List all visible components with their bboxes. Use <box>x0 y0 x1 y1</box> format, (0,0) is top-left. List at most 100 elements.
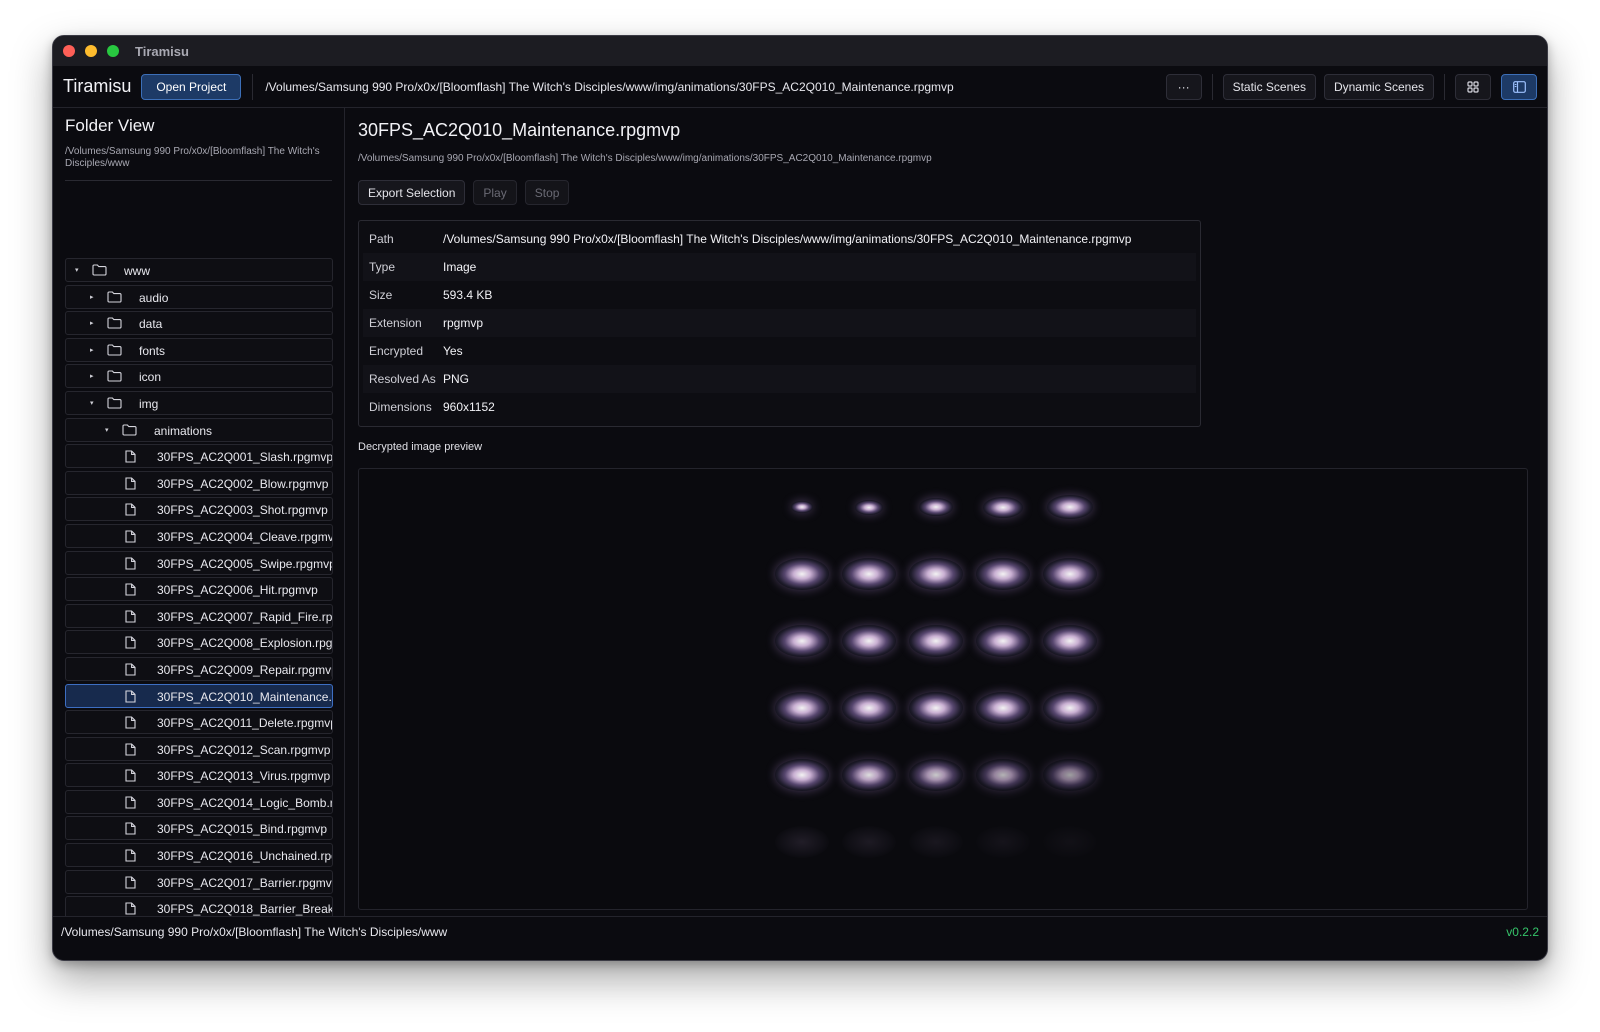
sprite-frame <box>976 558 1030 590</box>
file-icon <box>125 610 136 626</box>
folder-icon <box>107 291 122 306</box>
file-tree-item[interactable]: 30FPS_AC2Q013_Virus.rpgmvp <box>65 763 333 788</box>
chevron-right-icon[interactable]: ▸ <box>90 319 94 327</box>
current-path: /Volumes/Samsung 990 Pro/x0x/[Bloomflash… <box>265 79 954 94</box>
folder-root-path: /Volumes/Samsung 990 Pro/x0x/[Bloomflash… <box>65 146 320 169</box>
file-tree-item[interactable]: 30FPS_AC2Q003_Shot.rpgmvp <box>65 497 333 522</box>
file-icon <box>125 530 136 546</box>
info-row: Encrypted Yes <box>363 337 1196 365</box>
play-button[interactable]: Play <box>473 180 517 205</box>
file-tree-item[interactable]: 30FPS_AC2Q005_Swipe.rpgmvp <box>65 550 333 575</box>
tree-item-label: 30FPS_AC2Q017_Barrier.rpgmvp <box>157 875 333 890</box>
sidebar-toggle-button[interactable] <box>1501 73 1537 100</box>
file-tree-item[interactable]: 30FPS_AC2Q002_Blow.rpgmvp <box>65 470 333 495</box>
sprite-frame <box>909 692 963 724</box>
minimize-window-button[interactable] <box>85 45 97 57</box>
tree-item-label: audio <box>139 290 169 305</box>
info-value: 960x1152 <box>443 400 495 414</box>
chevron-right-icon[interactable]: ▸ <box>90 372 94 380</box>
info-key: Extension <box>369 316 422 330</box>
file-tree-item[interactable]: 30FPS_AC2Q017_Barrier.rpgmvp <box>65 869 333 894</box>
chevron-right-icon[interactable]: ▸ <box>90 346 94 354</box>
sprite-frame <box>976 759 1030 791</box>
tree-item-label: 30FPS_AC2Q005_Swipe.rpgmvp <box>157 556 333 571</box>
tree-item-label: 30FPS_AC2Q008_Explosion.rpgmvp <box>157 636 333 651</box>
sprite-frame <box>976 692 1030 724</box>
close-window-button[interactable] <box>63 45 75 57</box>
sprite-frame <box>775 692 829 724</box>
tree-item-label: animations <box>154 423 213 438</box>
divider <box>65 180 332 181</box>
file-tree-item[interactable]: 30FPS_AC2Q016_Unchained.rpgmvp <box>65 843 333 868</box>
tree-item-label: 30FPS_AC2Q011_Delete.rpgmvp <box>157 716 333 731</box>
open-project-button[interactable]: Open Project <box>141 73 242 100</box>
chevron-down-icon[interactable]: ▾ <box>75 266 79 274</box>
folder-tree-item[interactable]: ▸ data <box>65 311 333 336</box>
folder-tree-item[interactable]: ▸ fonts <box>65 337 333 362</box>
sprite-frame <box>842 826 896 858</box>
file-tree-item[interactable]: 30FPS_AC2Q011_Delete.rpgmvp <box>65 710 333 735</box>
static-scenes-button[interactable]: Static Scenes <box>1222 73 1316 100</box>
file-icon <box>125 450 136 466</box>
chevron-right-icon[interactable]: ▸ <box>90 293 94 301</box>
file-tree-item[interactable]: 30FPS_AC2Q006_Hit.rpgmvp <box>65 577 333 602</box>
tree-item-label: 30FPS_AC2Q015_Bind.rpgmvp <box>157 822 328 837</box>
more-button[interactable]: ··· <box>1165 73 1202 100</box>
tree-item-label: 30FPS_AC2Q018_Barrier_Break.rpgmvp <box>157 902 333 916</box>
folder-icon <box>122 424 137 439</box>
dynamic-scenes-button[interactable]: Dynamic Scenes <box>1323 73 1434 100</box>
sprite-frame <box>1043 759 1097 791</box>
folder-icon <box>92 264 107 279</box>
file-tree-item[interactable]: 30FPS_AC2Q014_Logic_Bomb.rpgmvp <box>65 789 333 814</box>
file-icon <box>125 769 136 785</box>
sprite-frame <box>1043 826 1097 858</box>
tree-item-label: fonts <box>139 343 166 358</box>
file-path-subtitle: /Volumes/Samsung 990 Pro/x0x/[Bloomflash… <box>358 153 932 164</box>
tree-item-label: data <box>139 317 163 332</box>
file-tree-item[interactable]: 30FPS_AC2Q008_Explosion.rpgmvp <box>65 630 333 655</box>
file-tree-item[interactable]: 30FPS_AC2Q009_Repair.rpgmvp <box>65 656 333 681</box>
folder-tree: ▾ www ▸ audio ▸ data ▸ fonts ▸ icon ▾ img ▾ animation… <box>65 258 333 916</box>
folder-tree-item[interactable]: ▾ animations <box>65 417 333 442</box>
file-tree-item[interactable]: 30FPS_AC2Q001_Slash.rpgmvp <box>65 444 333 469</box>
file-tree-item[interactable]: 30FPS_AC2Q007_Rapid_Fire.rpgmvp <box>65 603 333 628</box>
folder-tree-item[interactable]: ▸ audio <box>65 284 333 309</box>
file-icon <box>125 876 136 892</box>
chevron-down-icon[interactable]: ▾ <box>105 426 109 434</box>
tree-item-label: 30FPS_AC2Q013_Virus.rpgmvp <box>157 769 331 784</box>
file-info-table: Path/Volumes/Samsung 990 Pro/x0x/[Bloomf… <box>358 220 1201 427</box>
file-icon <box>125 743 136 759</box>
sprite-frame <box>983 496 1023 518</box>
sprite-frame <box>909 558 963 590</box>
app-name: Tiramisu <box>63 76 132 96</box>
sprite-frame <box>1047 495 1093 519</box>
image-preview <box>358 468 1528 910</box>
file-icon <box>125 583 136 599</box>
file-icon <box>125 902 136 916</box>
folder-tree-item[interactable]: ▾ img <box>65 390 333 415</box>
info-value: Image <box>443 260 477 274</box>
grid-view-button[interactable] <box>1455 73 1491 100</box>
tree-item-label: 30FPS_AC2Q009_Repair.rpgmvp <box>157 662 333 677</box>
file-tree-item[interactable]: 30FPS_AC2Q004_Cleave.rpgmvp <box>65 523 333 548</box>
file-tree-item[interactable]: 30FPS_AC2Q010_Maintenance.rpgmvp <box>65 683 333 708</box>
zoom-window-button[interactable] <box>107 45 119 57</box>
tree-item-label: 30FPS_AC2Q004_Cleave.rpgmvp <box>157 529 333 544</box>
sprite-sheet <box>775 489 1115 891</box>
file-tree-item[interactable]: 30FPS_AC2Q015_Bind.rpgmvp <box>65 816 333 841</box>
file-tree-item[interactable]: 30FPS_AC2Q012_Scan.rpgmvp <box>65 736 333 761</box>
stop-button[interactable]: Stop <box>524 180 570 205</box>
file-tree-item[interactable]: 30FPS_AC2Q018_Barrier_Break.rpgmvp <box>65 896 333 916</box>
info-row: Extension rpgmvp <box>363 309 1196 337</box>
file-icon <box>125 636 136 652</box>
chevron-down-icon[interactable]: ▾ <box>90 399 94 407</box>
folder-icon <box>107 344 122 359</box>
window-controls <box>63 45 119 57</box>
folder-tree-item[interactable]: ▸ icon <box>65 364 333 389</box>
folder-tree-item[interactable]: ▾ www <box>65 258 333 282</box>
info-row: Size 593.4 KB <box>363 281 1196 309</box>
info-key: Size <box>369 288 393 302</box>
tree-item-label: www <box>124 264 150 278</box>
export-selection-button[interactable]: Export Selection <box>358 180 466 205</box>
file-icon <box>125 663 136 679</box>
